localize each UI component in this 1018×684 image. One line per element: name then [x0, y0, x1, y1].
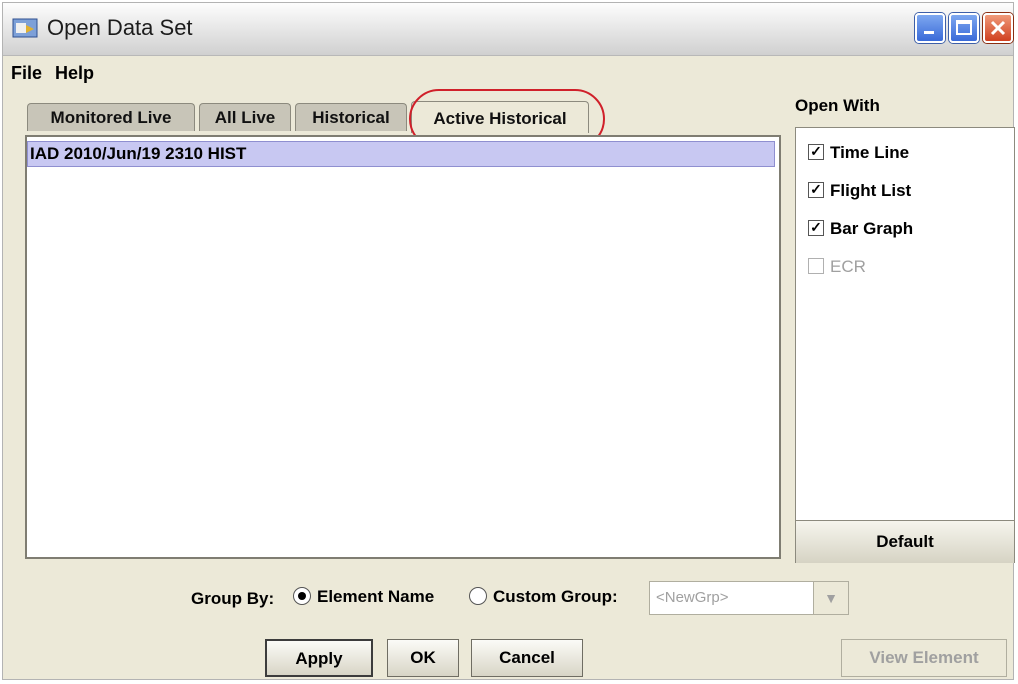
data-set-list[interactable]: IAD 2010/Jun/19 2310 HIST: [25, 135, 781, 559]
ecr-checkbox: ECR: [808, 256, 866, 278]
open-with-label: Open With: [793, 96, 882, 116]
menu-help[interactable]: Help: [55, 63, 94, 84]
view-element-button: View Element: [841, 639, 1007, 677]
time-line-label: Time Line: [830, 143, 910, 162]
app-icon: [12, 18, 38, 38]
minimize-icon[interactable]: [915, 13, 945, 43]
chevron-down-icon: ▼: [813, 582, 848, 614]
menu-file[interactable]: File: [11, 63, 42, 84]
checkbox-checked-icon: ✓: [808, 181, 824, 198]
custom-group-label: Custom Group:: [493, 587, 618, 606]
checkbox-checked-icon: ✓: [808, 143, 824, 160]
default-button[interactable]: Default: [796, 520, 1014, 563]
radio-unselected-icon: [469, 586, 487, 605]
custom-group-combo: <NewGrp> ▼: [649, 581, 849, 615]
window-title: Open Data Set: [47, 15, 193, 40]
open-data-set-window: Open Data Set File Help Monitored Live A…: [2, 2, 1015, 681]
menu-bar: File Help: [3, 56, 1013, 90]
bar-graph-label: Bar Graph: [830, 219, 914, 238]
flight-list-label: Flight List: [830, 181, 912, 200]
element-name-label: Element Name: [317, 587, 435, 606]
custom-group-placeholder: <NewGrp>: [656, 589, 729, 606]
open-with-panel: ✓ Time Line ✓ Flight List ✓ Bar Graph ECR D…: [795, 127, 1015, 563]
maximize-icon[interactable]: [949, 13, 979, 43]
group-by-label: Group By:: [191, 589, 275, 608]
custom-group-radio[interactable]: Custom Group:: [469, 586, 618, 607]
bar-graph-checkbox[interactable]: ✓ Bar Graph: [808, 218, 913, 240]
list-item[interactable]: IAD 2010/Jun/19 2310 HIST: [27, 141, 775, 167]
element-name-radio[interactable]: Element Name: [293, 586, 435, 607]
bottom-bar: Group By: Element Name Custom Group: <Ne…: [3, 571, 1013, 681]
cancel-button[interactable]: Cancel: [471, 639, 583, 677]
tab-all-live[interactable]: All Live: [199, 103, 291, 131]
flight-list-checkbox[interactable]: ✓ Flight List: [808, 180, 911, 202]
radio-selected-icon: [293, 586, 311, 605]
apply-button[interactable]: Apply: [265, 639, 373, 677]
close-icon[interactable]: [983, 13, 1013, 43]
checkbox-unchecked-icon: [808, 257, 824, 274]
title-bar[interactable]: Open Data Set: [3, 3, 1013, 56]
time-line-checkbox[interactable]: ✓ Time Line: [808, 142, 909, 164]
ok-button[interactable]: OK: [387, 639, 459, 677]
tab-monitored-live[interactable]: Monitored Live: [27, 103, 195, 131]
ecr-label: ECR: [830, 257, 866, 276]
checkbox-checked-icon: ✓: [808, 219, 824, 236]
tab-historical[interactable]: Historical: [295, 103, 407, 131]
